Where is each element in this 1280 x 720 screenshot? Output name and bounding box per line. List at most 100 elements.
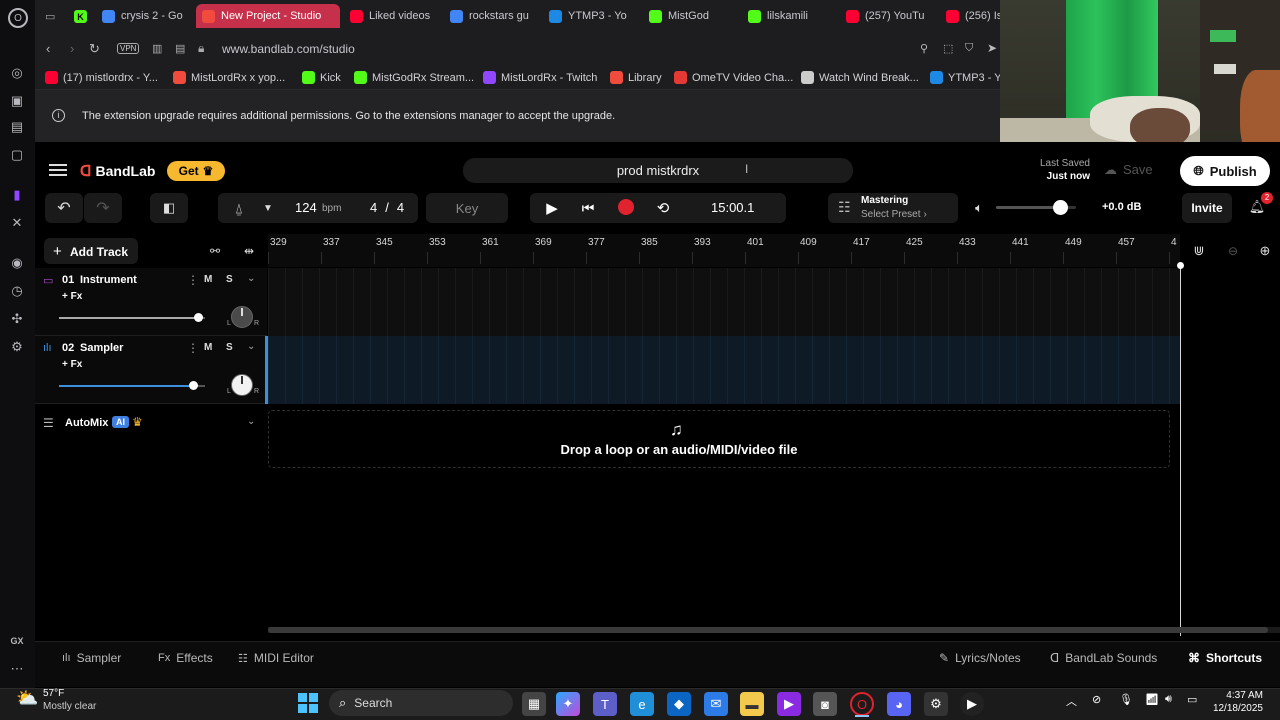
magnet-snap-icon[interactable]: ⋓: [1190, 242, 1208, 260]
player-icon[interactable]: ◉: [8, 254, 26, 272]
windows-start-icon[interactable]: [298, 693, 318, 713]
master-volume-handle[interactable]: [1053, 200, 1068, 215]
reader-icon[interactable]: ▥: [152, 42, 162, 55]
messenger-icon[interactable]: ▢: [8, 146, 26, 164]
skip-to-start-icon[interactable]: ⏮︎: [579, 199, 597, 217]
browser-tab[interactable]: (256) Is: [940, 4, 1000, 28]
hamburger-menu-icon[interactable]: [49, 162, 67, 178]
solo-button[interactable]: S: [226, 274, 233, 285]
track-name[interactable]: Sampler: [80, 342, 123, 354]
discord-icon[interactable]: ◕: [887, 692, 911, 716]
browser-tab[interactable]: lilskamili: [742, 4, 836, 28]
bookmark-item[interactable]: OmeTV Video Cha...: [674, 71, 793, 84]
bottom-tab-bandlab-sounds[interactable]: ᗡ BandLab Sounds: [1050, 651, 1157, 665]
pin-icon[interactable]: ⚲: [920, 42, 928, 55]
bookmark-item[interactable]: Library: [610, 71, 662, 84]
media-player-icon[interactable]: ▶: [960, 692, 984, 716]
history-icon[interactable]: ◷: [8, 282, 26, 300]
print-icon[interactable]: ▤: [175, 42, 185, 55]
bookmark-item[interactable]: Kick: [302, 71, 341, 84]
clock-time[interactable]: 4:37 AM: [1213, 690, 1263, 701]
loop-icon[interactable]: ⟲: [654, 199, 672, 217]
settings-gear-icon[interactable]: ⚙: [8, 338, 26, 356]
copilot-icon[interactable]: ✦: [556, 692, 580, 716]
volume-slider-handle[interactable]: [194, 313, 203, 322]
snapshot-icon[interactable]: ⬚: [943, 42, 953, 55]
gx-label[interactable]: GX: [8, 632, 26, 650]
invite-button[interactable]: Invite: [1182, 193, 1232, 223]
kick-pinned-icon[interactable]: K: [74, 10, 87, 23]
bookmark-item[interactable]: MistLordRx - Twitch: [483, 71, 597, 84]
redo-button[interactable]: ↷: [84, 193, 122, 223]
speaker-icon[interactable]: 🔈︎: [970, 199, 988, 217]
tray-muted-icon[interactable]: ⊘: [1092, 693, 1101, 706]
shield-icon[interactable]: ⛉: [965, 42, 973, 55]
browser-tab[interactable]: rockstars gu: [444, 4, 540, 28]
volume-slider-handle[interactable]: [189, 381, 198, 390]
play-icon[interactable]: ▶: [543, 199, 561, 217]
lane-instrument[interactable]: [268, 268, 1181, 336]
playhead[interactable]: [1180, 262, 1181, 636]
metronome-icon[interactable]: ⍙: [229, 199, 249, 217]
bookmark-item[interactable]: YTMP3 - Yo: [930, 71, 1007, 84]
tab-menu-icon[interactable]: ▭: [45, 10, 55, 23]
teams-icon[interactable]: T: [593, 692, 617, 716]
zoom-in-icon[interactable]: ⊕: [1256, 242, 1274, 260]
browser-tab[interactable]: (257) YouTu: [840, 4, 936, 28]
tray-chevron-icon[interactable]: ︿: [1066, 693, 1077, 709]
volume-icon[interactable]: 🔊︎: [1165, 693, 1172, 706]
opera-logo-icon[interactable]: O: [8, 8, 28, 28]
microphone-icon[interactable]: 🎙︎: [1119, 693, 1133, 706]
task-view-icon[interactable]: ▦: [522, 692, 546, 716]
chevron-down-icon[interactable]: ▼: [259, 199, 277, 217]
lane-sampler[interactable]: [268, 336, 1181, 404]
browser-tab[interactable]: New Project - Studio: [196, 4, 340, 28]
wifi-icon[interactable]: 📶︎: [1145, 693, 1159, 706]
url-field[interactable]: www.bandlab.com/studio: [222, 42, 355, 56]
bottom-tab-midi-editor[interactable]: ☷ MIDI Editor: [238, 651, 314, 665]
track-options-icon[interactable]: ⋮: [187, 273, 199, 287]
extensions-icon[interactable]: ✣: [8, 310, 26, 328]
forward-icon[interactable]: ›: [70, 41, 74, 56]
undo-button[interactable]: ↶: [45, 193, 83, 223]
mute-button[interactable]: M: [204, 342, 212, 353]
volume-slider-track[interactable]: [59, 385, 205, 387]
weather-icon[interactable]: ⛅: [16, 688, 38, 710]
automix-expand-icon[interactable]: ⌄: [247, 416, 255, 427]
bottom-tab-lyrics-notes[interactable]: ✎ Lyrics/Notes: [939, 651, 1021, 665]
add-fx-button[interactable]: + Fx: [62, 359, 82, 370]
mixer-toggle-button[interactable]: ◧: [150, 193, 188, 223]
get-membership-button[interactable]: Get ♛: [167, 161, 225, 181]
key-button[interactable]: Key: [426, 193, 508, 223]
playhead-handle[interactable]: [1177, 262, 1184, 269]
timeline-ruler[interactable]: [268, 234, 1180, 267]
outlook-icon[interactable]: ✉: [704, 692, 728, 716]
mute-button[interactable]: M: [204, 274, 212, 285]
chevron-down-icon[interactable]: ⌄: [247, 341, 255, 352]
publish-button[interactable]: 🌐︎ Publish: [1180, 156, 1270, 186]
time-signature[interactable]: 4 / 4: [370, 200, 404, 215]
bookmark-item[interactable]: Watch Wind Break...: [801, 71, 919, 84]
dropbox-icon[interactable]: ◆: [667, 692, 691, 716]
browser-tab[interactable]: YTMP3 - Yo: [543, 4, 639, 28]
bookmark-item[interactable]: MistGodRx Stream...: [354, 71, 474, 84]
bookmark-item[interactable]: MistLordRx x yop...: [173, 71, 285, 84]
briefcase-icon[interactable]: ▣: [8, 92, 26, 110]
tempo-value[interactable]: 124: [295, 200, 317, 215]
save-button[interactable]: ☁ Save: [1104, 162, 1153, 178]
zoom-out-icon[interactable]: ⊖: [1224, 242, 1242, 260]
more-icon[interactable]: ⋯: [8, 660, 26, 678]
twitch-icon[interactable]: ▮: [8, 186, 26, 204]
edge-icon[interactable]: e: [630, 692, 654, 716]
back-icon[interactable]: ‹: [46, 41, 50, 56]
battery-icon[interactable]: ▭: [1187, 693, 1197, 706]
timeline-scrollbar-track[interactable]: [268, 627, 1280, 633]
chevron-down-icon[interactable]: ⌄: [247, 273, 255, 284]
clock-date[interactable]: 12/18/2025: [1203, 703, 1263, 714]
solo-button[interactable]: S: [226, 342, 233, 353]
bottom-tab-effects[interactable]: Fx Effects: [158, 651, 213, 665]
speed-dial-icon[interactable]: ◎: [8, 64, 26, 82]
browser-tab[interactable]: crysis 2 - Go: [96, 4, 192, 28]
timeline-scrollbar-thumb[interactable]: [268, 627, 1268, 633]
browser-tab[interactable]: Liked videos: [344, 4, 440, 28]
